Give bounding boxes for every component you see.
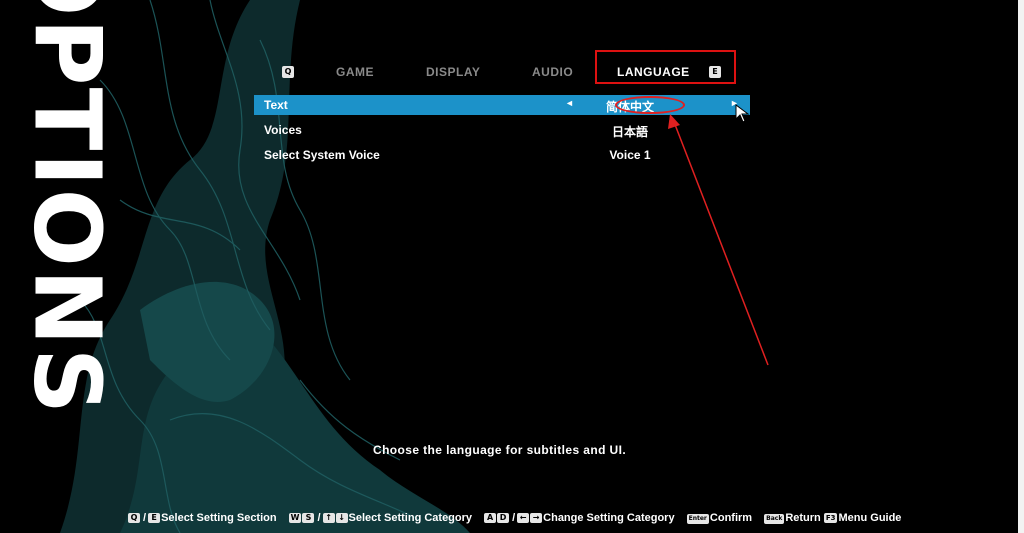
setting-row-system-voice[interactable]: Select System Voice Voice 1 xyxy=(254,145,750,165)
setting-value: 日本語 xyxy=(611,125,648,139)
setting-row-voices[interactable]: Voices 日本語 xyxy=(254,120,750,140)
value-annotation-circle xyxy=(615,96,685,114)
guide-change-category: A D / ← → Change Setting Category xyxy=(484,512,678,524)
key-right: → xyxy=(530,513,543,523)
key-d: D xyxy=(497,513,510,523)
window-edge xyxy=(1018,0,1024,533)
guide-select-section: Q / E Select Setting Section xyxy=(128,512,280,524)
key-down: ↓ xyxy=(335,513,348,523)
key-enter: Enter xyxy=(686,514,709,524)
key-left: ← xyxy=(517,513,530,523)
guide-select-category: W S / ↑ ↓ Select Setting Category xyxy=(288,512,473,524)
prev-section-key[interactable]: Q xyxy=(282,66,294,78)
active-tab-annotation-box xyxy=(595,50,736,84)
guide-confirm: Enter Confirm xyxy=(686,512,753,524)
guide-return: Back Return xyxy=(764,512,821,524)
setting-label: Text xyxy=(264,98,288,112)
tab-game[interactable]: GAME xyxy=(336,65,374,79)
setting-description: Choose the language for subtitles and UI… xyxy=(373,443,627,457)
key-w: W xyxy=(288,513,302,523)
control-guide: Q / E Select Setting Section W S / ↑ ↓ Select Se… xyxy=(128,512,901,524)
tab-display[interactable]: DISPLAY xyxy=(426,65,480,79)
page-title: OPTIONS xyxy=(13,0,121,417)
mouse-cursor-icon xyxy=(735,104,750,123)
key-f3: F3 xyxy=(823,513,838,523)
key-e: E xyxy=(148,513,161,523)
key-up: ↑ xyxy=(322,513,335,523)
key-q: Q xyxy=(128,513,140,523)
setting-value: Voice 1 xyxy=(609,148,651,162)
key-s: S xyxy=(302,513,315,523)
setting-label: Voices xyxy=(264,123,302,137)
key-back: Back xyxy=(764,514,785,524)
guide-menu: F3 Menu Guide xyxy=(823,512,902,524)
key-a: A xyxy=(484,513,497,523)
tab-audio[interactable]: AUDIO xyxy=(532,65,573,79)
setting-label: Select System Voice xyxy=(264,148,380,162)
